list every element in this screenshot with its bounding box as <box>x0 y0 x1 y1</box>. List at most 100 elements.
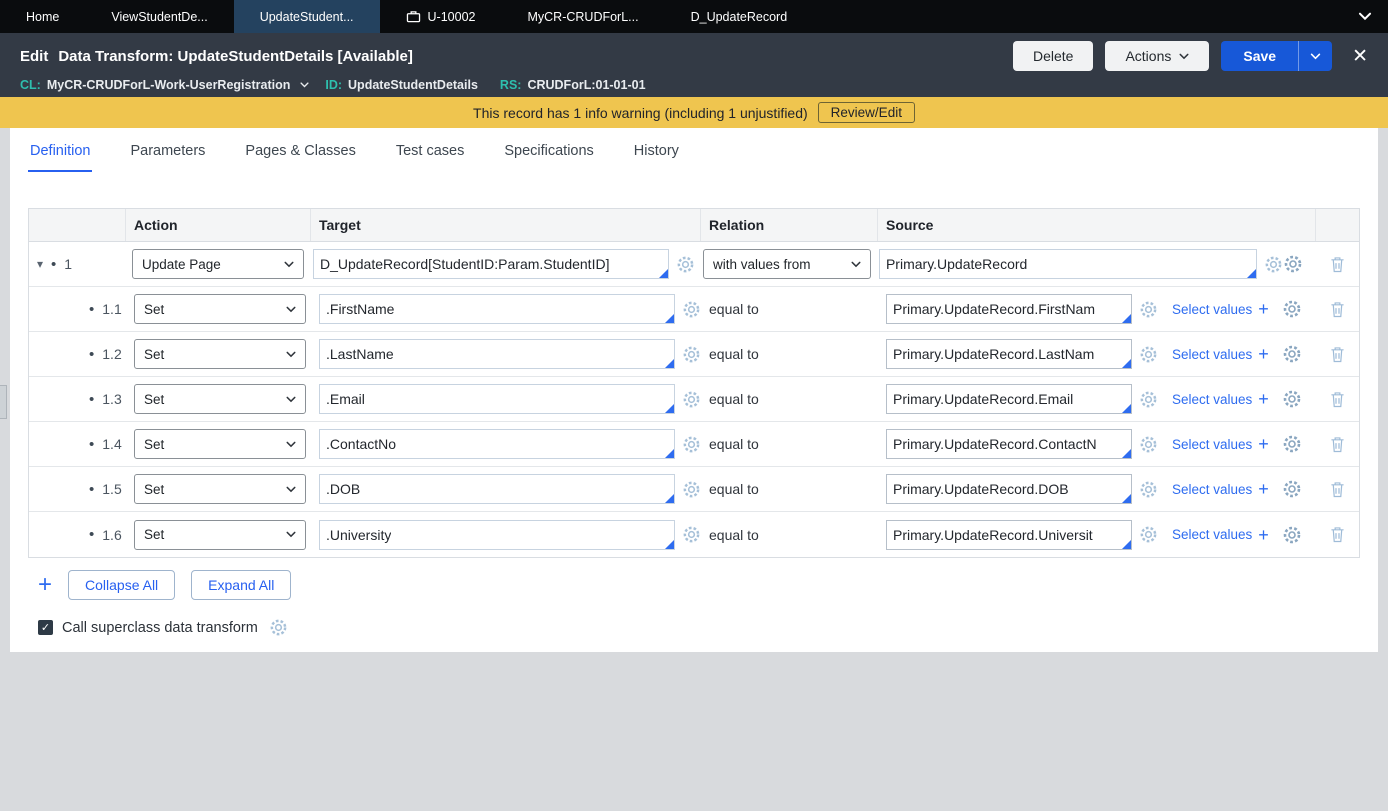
gear-icon[interactable] <box>1139 525 1158 544</box>
gear-icon[interactable] <box>1282 299 1302 319</box>
top-tab-d-updaterecord[interactable]: D_UpdateRecord <box>665 0 814 33</box>
action-select-value: Set <box>144 527 286 542</box>
action-select[interactable]: Set <box>134 429 306 459</box>
edit-label: Edit <box>20 48 48 65</box>
action-select[interactable]: Set <box>134 474 306 504</box>
top-tab-mycr-crudforl[interactable]: MyCR-CRUDForL... <box>501 0 664 33</box>
transform-row-1-1: • 1.1 Set .FirstName equal to <box>29 287 1359 332</box>
gear-icon[interactable] <box>1139 345 1158 364</box>
gear-icon[interactable] <box>1282 344 1302 364</box>
briefcase-icon <box>406 10 421 23</box>
target-input[interactable]: .University <box>319 520 675 550</box>
source-input[interactable]: Primary.UpdateRecord.LastNam <box>886 339 1132 369</box>
target-input[interactable]: D_UpdateRecord[StudentID:Param.StudentID… <box>313 249 669 279</box>
relation-text: equal to <box>709 527 759 543</box>
collapse-all-button[interactable]: Collapse All <box>68 570 175 600</box>
gear-icon[interactable] <box>1139 480 1158 499</box>
gear-icon[interactable] <box>1282 434 1302 454</box>
tab-history[interactable]: History <box>632 133 681 172</box>
record-header: Edit Data Transform: UpdateStudentDetail… <box>0 33 1388 97</box>
tab-label: Home <box>26 10 59 24</box>
action-select[interactable]: Set <box>134 520 306 550</box>
gear-icon[interactable] <box>1282 479 1302 499</box>
trash-icon[interactable] <box>1330 391 1345 408</box>
source-input[interactable]: Primary.UpdateRecord.Email <box>886 384 1132 414</box>
delete-button[interactable]: Delete <box>1013 41 1093 71</box>
action-select[interactable]: Set <box>134 339 306 369</box>
source-input[interactable]: Primary.UpdateRecord.ContactN <box>886 429 1132 459</box>
source-input[interactable]: Primary.UpdateRecord.FirstNam <box>886 294 1132 324</box>
tab-overflow-button[interactable] <box>1342 0 1388 33</box>
gear-icon[interactable] <box>1139 300 1158 319</box>
select-values-link[interactable]: Select values + <box>1172 435 1269 453</box>
chevron-down-icon <box>286 306 296 313</box>
expand-all-button[interactable]: Expand All <box>191 570 291 600</box>
gear-icon[interactable] <box>1282 389 1302 409</box>
collapse-caret-icon[interactable]: ▾ <box>37 257 43 271</box>
trash-icon[interactable] <box>1330 301 1345 318</box>
select-values-link[interactable]: Select values + <box>1172 345 1269 363</box>
gear-icon[interactable] <box>1282 525 1302 545</box>
save-button[interactable]: Save <box>1221 41 1298 71</box>
add-row-button[interactable]: + <box>38 573 52 597</box>
review-edit-button[interactable]: Review/Edit <box>818 102 915 123</box>
gear-icon[interactable] <box>1139 435 1158 454</box>
tab-parameters[interactable]: Parameters <box>128 133 207 172</box>
top-tab-case-u10002[interactable]: U-10002 <box>380 0 502 33</box>
relation-select[interactable]: with values from <box>703 249 871 279</box>
chevron-down-icon <box>286 531 296 538</box>
warning-text: This record has 1 info warning (includin… <box>473 105 808 121</box>
action-select[interactable]: Set <box>134 294 306 324</box>
save-dropdown-button[interactable] <box>1298 41 1332 71</box>
tab-specifications[interactable]: Specifications <box>502 133 595 172</box>
source-input[interactable]: Primary.UpdateRecord.Universit <box>886 520 1132 550</box>
select-values-link[interactable]: Select values + <box>1172 390 1269 408</box>
gear-icon[interactable] <box>682 300 701 319</box>
chevron-down-icon[interactable] <box>300 82 309 88</box>
gear-icon[interactable] <box>1283 254 1303 274</box>
gear-icon[interactable] <box>676 255 695 274</box>
gear-icon[interactable] <box>682 345 701 364</box>
top-tab-home[interactable]: Home <box>0 0 85 33</box>
superclass-label: Call superclass data transform <box>62 620 258 636</box>
action-select[interactable]: Update Page <box>132 249 304 279</box>
trash-icon[interactable] <box>1330 436 1345 453</box>
select-values-link[interactable]: Select values + <box>1172 480 1269 498</box>
gear-icon[interactable] <box>682 435 701 454</box>
trash-icon[interactable] <box>1330 526 1345 543</box>
target-input[interactable]: .DOB <box>319 474 675 504</box>
gear-icon[interactable] <box>682 390 701 409</box>
action-select[interactable]: Set <box>134 384 306 414</box>
gear-icon[interactable] <box>1139 390 1158 409</box>
gear-icon[interactable] <box>1264 255 1283 274</box>
source-input[interactable]: Primary.UpdateRecord <box>879 249 1257 279</box>
target-input[interactable]: .FirstName <box>319 294 675 324</box>
class-value[interactable]: MyCR-CRUDForL-Work-UserRegistration <box>47 78 291 92</box>
trash-icon[interactable] <box>1330 481 1345 498</box>
target-input[interactable]: .LastName <box>319 339 675 369</box>
trash-icon[interactable] <box>1330 346 1345 363</box>
top-tab-updatestudentdetails[interactable]: UpdateStudent... <box>234 0 380 33</box>
trash-icon[interactable] <box>1330 256 1345 273</box>
source-input[interactable]: Primary.UpdateRecord.DOB <box>886 474 1132 504</box>
tab-pages-classes[interactable]: Pages & Classes <box>243 133 357 172</box>
close-icon[interactable]: ✕ <box>1352 47 1368 66</box>
select-values-link[interactable]: Select values + <box>1172 526 1269 544</box>
superclass-checkbox[interactable]: ✓ <box>38 620 53 635</box>
tab-definition[interactable]: Definition <box>28 133 92 172</box>
tab-test-cases[interactable]: Test cases <box>394 133 467 172</box>
select-values-link[interactable]: Select values + <box>1172 300 1269 318</box>
gear-icon[interactable] <box>682 480 701 499</box>
target-input[interactable]: .Email <box>319 384 675 414</box>
target-input[interactable]: .ContactNo <box>319 429 675 459</box>
actions-button[interactable]: Actions <box>1105 41 1209 71</box>
top-tab-viewstudentdetails[interactable]: ViewStudentDe... <box>85 0 233 33</box>
select-values-label: Select values <box>1172 527 1252 542</box>
gear-icon[interactable] <box>269 618 288 637</box>
tab-label: UpdateStudent... <box>260 10 354 24</box>
source-value: Primary.UpdateRecord.Email <box>893 391 1073 407</box>
gear-icon[interactable] <box>682 525 701 544</box>
left-panel-handle[interactable] <box>0 385 7 419</box>
plus-icon: + <box>1258 435 1269 453</box>
action-select-value: Set <box>144 482 286 497</box>
